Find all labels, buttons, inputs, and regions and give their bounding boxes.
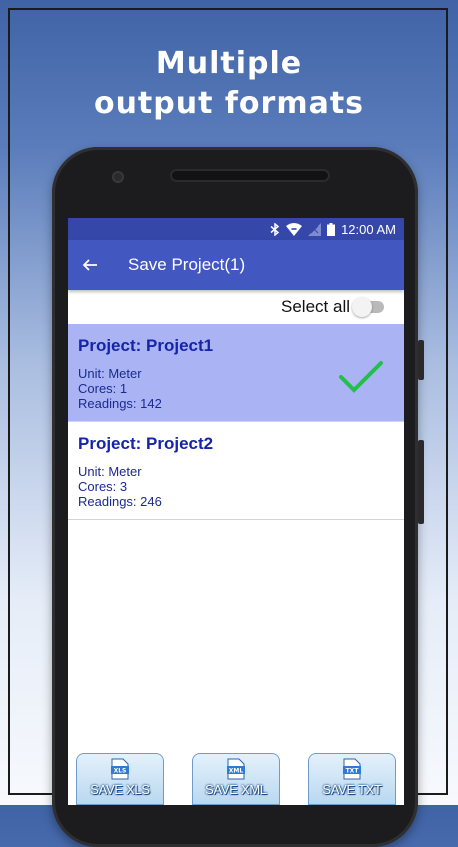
wifi-icon bbox=[286, 222, 303, 236]
page-title: Save Project(1) bbox=[128, 255, 246, 274]
phone-power-button bbox=[418, 340, 424, 380]
project-name: Project: Project1 bbox=[78, 336, 214, 355]
txt-file-icon: TXT bbox=[343, 758, 361, 780]
status-time: 12:00 AM bbox=[341, 221, 396, 237]
status-bar: 12:00 AM bbox=[68, 218, 404, 240]
save-xls-label: SAVE XLS bbox=[90, 782, 150, 797]
project-readings: Readings: 246 bbox=[78, 494, 162, 509]
promo-headline-line2: output formats bbox=[93, 86, 365, 121]
save-xml-button[interactable]: XML SAVE XML bbox=[192, 753, 280, 805]
xls-icon-text: XLS bbox=[114, 768, 127, 775]
export-button-bar: XLS SAVE XLS XML SAVE XML TXT SAVE TXT bbox=[68, 747, 404, 805]
arrow-left-icon[interactable] bbox=[82, 253, 106, 277]
project-list: Project: Project1 Unit: Meter Cores: 1 R… bbox=[68, 324, 404, 520]
promo-headline: Multiple output formats bbox=[0, 44, 458, 124]
phone-speaker bbox=[170, 169, 330, 182]
txt-icon-text: TXT bbox=[346, 768, 360, 775]
project-item-project1[interactable]: Project: Project1 Unit: Meter Cores: 1 R… bbox=[68, 324, 404, 422]
checkmark-icon bbox=[338, 360, 384, 399]
signal-icon bbox=[308, 222, 322, 236]
xml-icon-text: XML bbox=[229, 768, 244, 775]
save-xml-label: SAVE XML bbox=[205, 782, 267, 797]
project-name: Project: Project2 bbox=[78, 434, 214, 453]
save-txt-button[interactable]: TXT SAVE TXT bbox=[308, 753, 396, 805]
project-cores: Cores: 3 bbox=[78, 479, 128, 494]
bluetooth-icon bbox=[270, 222, 280, 236]
select-all-row: Select all bbox=[68, 290, 404, 324]
toggle-knob bbox=[352, 297, 372, 317]
app-bar: Save Project(1) bbox=[68, 240, 404, 290]
xls-file-icon: XLS bbox=[111, 758, 129, 780]
select-all-label: Select all bbox=[281, 297, 350, 316]
battery-icon bbox=[327, 222, 336, 236]
front-camera bbox=[112, 171, 124, 183]
select-all-toggle[interactable] bbox=[352, 297, 384, 317]
project-item-project2[interactable]: Project: Project2 Unit: Meter Cores: 3 R… bbox=[68, 422, 404, 520]
phone-screen: 12:00 AM Save Project(1) Select all Proj… bbox=[68, 218, 404, 805]
phone-volume-button bbox=[418, 440, 424, 524]
project-unit: Unit: Meter bbox=[78, 464, 142, 479]
save-xls-button[interactable]: XLS SAVE XLS bbox=[76, 753, 164, 805]
promo-headline-line1: Multiple bbox=[155, 46, 303, 81]
save-txt-label: SAVE TXT bbox=[322, 782, 382, 797]
xml-file-icon: XML bbox=[227, 758, 245, 780]
